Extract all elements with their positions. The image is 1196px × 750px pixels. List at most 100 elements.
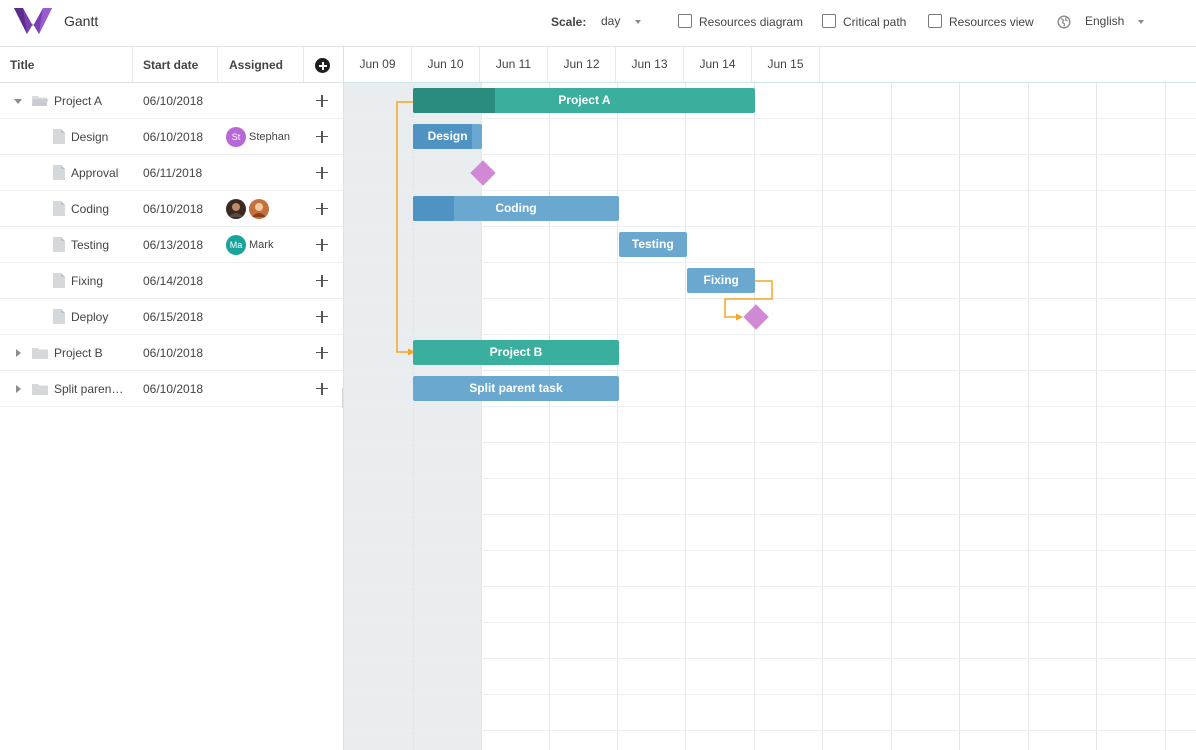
avatar: St xyxy=(226,127,246,147)
add-subtask-button[interactable] xyxy=(315,346,329,360)
expand-caret-icon[interactable] xyxy=(16,385,21,393)
day-header: Jun 12 xyxy=(548,47,616,82)
avatar xyxy=(249,199,269,219)
file-icon xyxy=(53,273,65,288)
task-bar[interactable]: Design xyxy=(413,124,482,149)
column-header-assigned[interactable]: Assigned xyxy=(218,47,304,82)
folder-open-icon xyxy=(32,96,48,106)
task-start-date: 06/10/2018 xyxy=(143,94,204,108)
task-row[interactable]: Split paren… 06/10/2018 xyxy=(0,371,343,407)
task-start-date: 06/10/2018 xyxy=(143,382,204,396)
task-bar[interactable]: Project B xyxy=(413,340,619,365)
task-row[interactable]: Testing 06/13/2018 Ma Mark xyxy=(0,227,343,263)
task-bar[interactable]: Testing xyxy=(618,232,687,257)
task-progress-fill xyxy=(413,88,496,113)
resources-view-label: Resources view xyxy=(949,15,1034,29)
day-header: Jun 09 xyxy=(344,47,412,82)
avatar xyxy=(226,199,246,219)
task-row[interactable]: Coding 06/10/2018 xyxy=(0,191,343,227)
task-bar-label: Project B xyxy=(489,345,543,359)
grid-header: Title Start date Assigned xyxy=(0,46,343,83)
file-icon xyxy=(53,309,65,324)
assigned-name: Mark xyxy=(249,239,274,251)
task-row[interactable]: Fixing 06/14/2018 xyxy=(0,263,343,299)
expand-caret-icon[interactable] xyxy=(16,349,21,357)
task-bar-label: Fixing xyxy=(703,273,739,287)
add-subtask-button[interactable] xyxy=(315,382,329,396)
day-header: Jun 14 xyxy=(684,47,752,82)
column-assigned-label: Assigned xyxy=(229,58,284,72)
task-start-date: 06/10/2018 xyxy=(143,202,204,216)
chevron-down-icon xyxy=(635,20,641,24)
task-start-date: 06/13/2018 xyxy=(143,238,204,252)
task-title: Deploy xyxy=(71,310,109,324)
task-bar-label: Testing xyxy=(631,237,674,251)
add-subtask-button[interactable] xyxy=(315,130,329,144)
task-row[interactable]: Project A 06/10/2018 xyxy=(0,83,343,119)
task-title: Split paren… xyxy=(54,382,124,396)
file-icon xyxy=(53,201,65,216)
task-bar-label: Split parent task xyxy=(469,381,563,395)
file-icon xyxy=(53,129,65,144)
checkbox-icon xyxy=(928,14,942,28)
top-toolbar: Gantt Scale: day Resources diagram Criti… xyxy=(0,0,1196,46)
day-header: Jun 11 xyxy=(480,47,548,82)
globe-icon xyxy=(1057,15,1071,29)
task-title: Fixing xyxy=(71,274,104,288)
column-header-start-date[interactable]: Start date xyxy=(133,47,218,82)
critical-path-label: Critical path xyxy=(843,15,907,29)
add-subtask-button[interactable] xyxy=(315,310,329,324)
add-subtask-button[interactable] xyxy=(315,274,329,288)
collapse-caret-icon[interactable] xyxy=(14,99,22,104)
task-start-date: 06/11/2018 xyxy=(143,166,203,180)
file-icon xyxy=(53,237,65,252)
language-value: English xyxy=(1085,14,1125,28)
scale-select[interactable]: day xyxy=(600,13,650,31)
folder-icon xyxy=(32,348,48,359)
task-bar[interactable]: Coding xyxy=(413,196,619,221)
task-title: Project A xyxy=(54,94,103,108)
task-title: Design xyxy=(71,130,109,144)
checkbox-icon xyxy=(822,14,836,28)
day-header: Jun 15 xyxy=(752,47,820,82)
task-bar-label: Coding xyxy=(495,201,537,215)
task-title: Project B xyxy=(54,346,103,360)
assigned-name: Stephan xyxy=(249,131,290,143)
task-title: Approval xyxy=(71,166,119,180)
add-subtask-button[interactable] xyxy=(315,166,329,180)
add-subtask-button[interactable] xyxy=(315,202,329,216)
task-start-date: 06/10/2018 xyxy=(143,346,204,360)
timescale-header: Jun 09 Jun 10 Jun 11 Jun 12 Jun 13 Jun 1… xyxy=(344,46,1196,83)
checkbox-icon xyxy=(678,14,692,28)
add-task-button[interactable] xyxy=(315,58,330,73)
chevron-down-icon xyxy=(1138,20,1144,24)
gantt-chart: Jun 09 Jun 10 Jun 11 Jun 12 Jun 13 Jun 1… xyxy=(343,46,1196,750)
task-bar[interactable]: Project A xyxy=(413,88,756,113)
app-logo-icon xyxy=(14,8,52,34)
task-row[interactable]: Deploy 06/15/2018 xyxy=(0,299,343,335)
add-subtask-button[interactable] xyxy=(315,94,329,108)
column-header-title[interactable]: Title xyxy=(0,47,133,82)
column-title-label: Title xyxy=(10,58,35,72)
add-subtask-button[interactable] xyxy=(315,238,329,252)
task-row[interactable]: Approval 06/11/2018 xyxy=(0,155,343,191)
dependency-links xyxy=(396,101,773,356)
task-bar[interactable]: Split parent task xyxy=(413,376,619,401)
task-progress-fill xyxy=(413,196,455,221)
task-row[interactable]: Project B 06/10/2018 xyxy=(0,335,343,371)
language-select[interactable]: English xyxy=(1057,12,1157,32)
task-title: Testing xyxy=(71,238,110,252)
column-start-label: Start date xyxy=(143,58,199,72)
chart-body: Project A Design Coding Testing Fixing Projec… xyxy=(344,83,1196,750)
scale-label: Scale: xyxy=(551,15,587,29)
avatar: Ma xyxy=(226,235,246,255)
task-start-date: 06/10/2018 xyxy=(143,130,204,144)
day-header: Jun 10 xyxy=(412,47,480,82)
task-row[interactable]: Design 06/10/2018 St Stephan xyxy=(0,119,343,155)
file-icon xyxy=(53,165,65,180)
day-header: Jun 13 xyxy=(616,47,684,82)
task-bar[interactable]: Fixing xyxy=(687,268,756,293)
task-bar-label: Project A xyxy=(558,93,611,107)
task-start-date: 06/14/2018 xyxy=(143,274,204,288)
task-title: Coding xyxy=(71,202,110,216)
